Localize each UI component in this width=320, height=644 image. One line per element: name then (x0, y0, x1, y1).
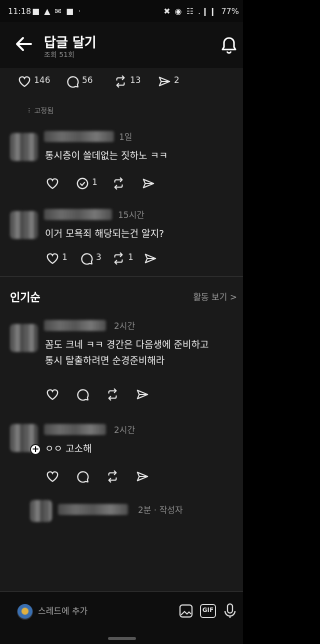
home-indicator (108, 637, 136, 640)
pinned-text: 고정됨 (34, 107, 54, 115)
comment-button[interactable] (76, 468, 89, 484)
comment-text-line2: 통시 탈출하려면 순경준비해라 (45, 356, 165, 367)
microphone-icon[interactable] (223, 603, 237, 619)
image-icon[interactable] (179, 604, 193, 618)
username-blurred[interactable] (44, 320, 106, 331)
comment-bubble-icon (77, 470, 89, 483)
share-button[interactable] (136, 468, 149, 484)
like-count: 1 (62, 253, 68, 263)
share-count: 2 (174, 76, 180, 86)
notification-icons: ■ ▲ ✉ ■ · (32, 7, 82, 16)
signal-wifi-icons: ✖ ◉ ☷ .❙❙ (163, 7, 217, 16)
like-button[interactable]: 1 (46, 250, 67, 266)
avatar[interactable] (10, 211, 38, 239)
comment-action-row: 1 (46, 175, 166, 191)
thread-content[interactable]: 146 56 13 2 ⁝고정됨 1일 통시층이 쓸데없는 짓하노 ㅋㅋ 1 (0, 68, 243, 591)
pinned-label: ⁝ 고정됨 (28, 106, 54, 116)
repost-button[interactable]: 13 (114, 73, 141, 89)
repost-count: 1 (128, 253, 134, 263)
send-icon (142, 178, 155, 188)
avatar[interactable] (10, 133, 38, 161)
status-time: 11:18 (8, 7, 32, 16)
repost-icon (114, 251, 123, 265)
repost-icon (114, 176, 123, 190)
comment-text-line1: 꼼도 크네 ㅋㅋ 경간은 다음생에 준비하고 (45, 340, 209, 351)
page-title: 답글 달기 (44, 36, 97, 51)
like-button[interactable] (46, 468, 59, 484)
heart-icon (18, 75, 31, 87)
share-button[interactable]: 2 (158, 73, 179, 89)
comment-text: 이거 모욕죄 해당되는건 알지? (45, 229, 164, 240)
repost-button[interactable] (106, 386, 119, 402)
comment-count: 56 (82, 76, 93, 86)
repost-button[interactable] (106, 468, 119, 484)
gif-icon[interactable]: GIF (200, 604, 216, 618)
heart-icon (46, 177, 59, 189)
comment-action-row (46, 468, 166, 484)
battery-level: 77% (221, 7, 239, 16)
heart-icon (46, 252, 59, 264)
share-button[interactable] (136, 386, 149, 402)
app-header: 답글 달기 조회 51회 (0, 22, 243, 68)
pin-icon: ⁝ (28, 107, 31, 115)
avatar[interactable] (10, 324, 38, 352)
comment-button[interactable]: 56 (66, 73, 93, 89)
section-divider (0, 276, 243, 277)
post-action-row: 146 56 13 2 (18, 73, 218, 89)
repost-button[interactable]: 1 (112, 250, 133, 266)
like-count: 146 (34, 76, 51, 86)
send-icon (136, 471, 149, 481)
send-icon (144, 253, 157, 263)
reply-composer: GIF (0, 591, 243, 644)
comment-count: 3 (96, 253, 102, 263)
share-button[interactable] (142, 175, 155, 191)
comment-button[interactable]: 3 (80, 250, 101, 266)
send-icon (136, 389, 149, 399)
comment-bubble-icon (67, 75, 79, 88)
avatar[interactable] (30, 500, 52, 522)
comment-time: 1일 (119, 133, 133, 143)
repost-icon (108, 469, 117, 483)
comment-text: ㅇㅇ 고소해 (45, 444, 92, 455)
comment-bubble-icon (77, 388, 89, 401)
repost-icon (116, 74, 125, 88)
heart-icon (46, 470, 59, 482)
my-avatar (17, 604, 33, 620)
repost-count: 13 (130, 76, 141, 86)
username-blurred[interactable] (44, 209, 112, 220)
username-blurred[interactable] (44, 424, 106, 435)
comment-time: 2시간 (114, 322, 136, 332)
username-blurred[interactable] (44, 131, 114, 142)
back-arrow-icon[interactable] (14, 34, 34, 54)
comment-time: 15시간 (118, 211, 145, 221)
comment-time: 2시간 (114, 426, 136, 436)
reply-count-button[interactable]: 1 (76, 175, 97, 191)
status-bar: 11:18 ■ ▲ ✉ ■ · ✖ ◉ ☷ .❙❙ 77% (0, 0, 243, 22)
heart-icon (46, 388, 59, 400)
sort-label[interactable]: 인기순 (10, 289, 40, 305)
like-button[interactable]: 146 (18, 73, 50, 89)
comment-text: 통시층이 쓸데없는 짓하노 ㅋㅋ (45, 151, 168, 162)
comment-button[interactable] (76, 386, 89, 402)
notification-bell-icon[interactable] (221, 36, 237, 54)
share-button[interactable] (144, 250, 157, 266)
comment-action-row: 1 3 1 (46, 250, 166, 266)
repost-button[interactable] (112, 175, 125, 191)
reply-input[interactable] (38, 601, 158, 623)
repost-icon (108, 387, 117, 401)
view-count: 조회 51회 (44, 51, 75, 59)
comment-action-row (46, 386, 166, 402)
comment-bubble-icon (81, 252, 93, 265)
reply-count: 1 (92, 178, 98, 188)
send-icon (158, 76, 171, 86)
draft-meta: 2분 · 작성자 (138, 506, 183, 516)
reply-check-icon (76, 177, 89, 189)
draft-text-blurred (58, 504, 128, 515)
follow-plus-icon[interactable]: + (30, 444, 41, 455)
like-button[interactable] (46, 175, 59, 191)
like-button[interactable] (46, 386, 59, 402)
activity-link[interactable]: 활동 보기 > (193, 291, 237, 303)
